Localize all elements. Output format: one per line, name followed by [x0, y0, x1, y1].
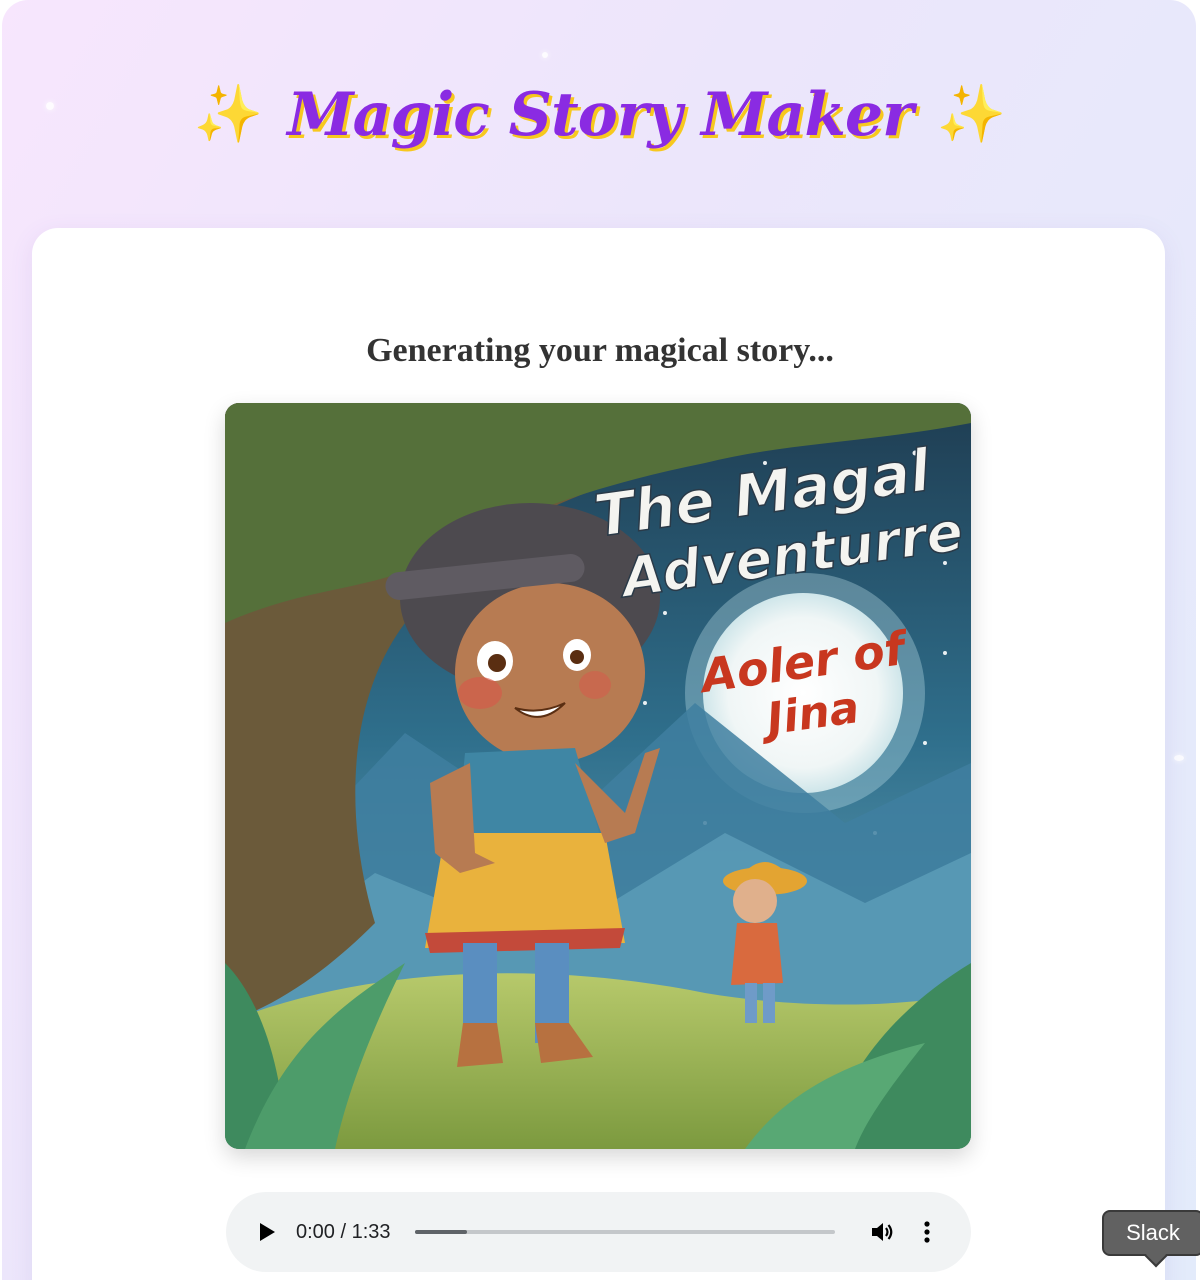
sparkle-dot [1174, 755, 1184, 761]
volume-button[interactable] [869, 1219, 895, 1245]
play-icon [260, 1223, 275, 1241]
cover-illustration: The Magal Adventurre Aoler of Jina [225, 403, 971, 1149]
slack-tooltip: Slack [1102, 1210, 1200, 1268]
more-vertical-icon [923, 1221, 930, 1243]
audio-time: 0:00 / 1:33 [296, 1220, 391, 1243]
app-title: Magic Story Maker [287, 80, 914, 150]
audio-buffered-bar [414, 1230, 468, 1234]
audio-seek-bar[interactable] [414, 1230, 835, 1234]
audio-player[interactable]: 0:00 / 1:33 [226, 1192, 971, 1272]
sparkles-icon-right: ✨ [936, 82, 1007, 147]
sparkles-icon-left: ✨ [193, 82, 264, 147]
play-button[interactable] [256, 1221, 278, 1243]
story-cover-image: The Magal Adventurre Aoler of Jina [225, 403, 971, 1149]
sparkle-dot [542, 52, 548, 58]
app-header: ✨ Magic Story Maker ✨ [0, 60, 1200, 170]
more-options-button[interactable] [917, 1219, 937, 1245]
volume-icon [871, 1223, 892, 1241]
generation-status: Generating your magical story... [366, 332, 834, 369]
tooltip-label: Slack [1126, 1220, 1180, 1245]
